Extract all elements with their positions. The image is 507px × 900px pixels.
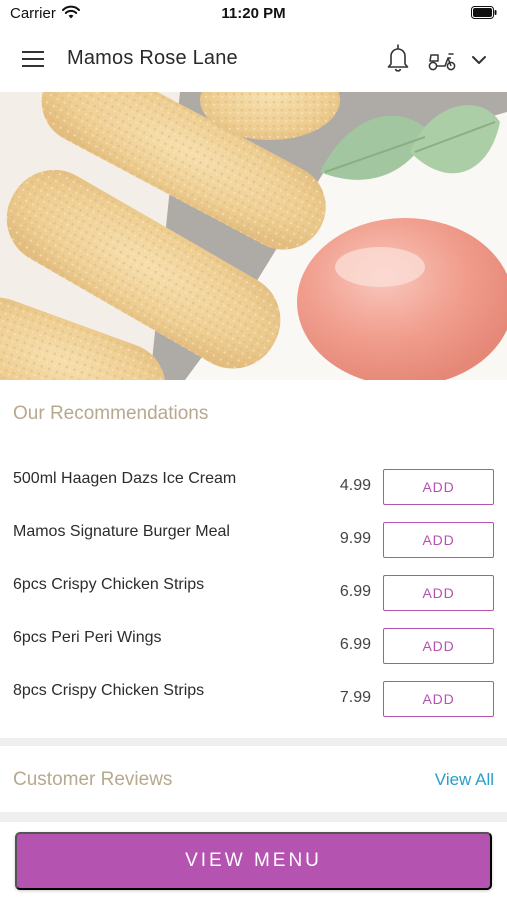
item-name: 500ml Haagen Dazs Ice Cream bbox=[13, 470, 237, 487]
add-button[interactable]: ADD bbox=[383, 681, 494, 717]
chicken-strips-illustration bbox=[0, 92, 507, 380]
recommendation-item: Mamos Signature Burger Meal 9.99 ADD bbox=[0, 513, 507, 566]
item-price: 9.99 bbox=[339, 530, 371, 547]
item-price: 6.99 bbox=[339, 636, 371, 653]
clock-time: 11:20 PM bbox=[221, 5, 286, 22]
add-button[interactable]: ADD bbox=[383, 522, 494, 558]
item-price: 7.99 bbox=[339, 689, 371, 706]
add-button[interactable]: ADD bbox=[383, 469, 494, 505]
item-price: 4.99 bbox=[339, 477, 371, 494]
hamburger-menu-icon[interactable] bbox=[22, 49, 46, 69]
recommendation-item: 8pcs Crispy Chicken Strips 7.99 ADD bbox=[0, 672, 507, 725]
recommendation-item: 500ml Haagen Dazs Ice Cream 4.99 ADD bbox=[0, 460, 507, 513]
section-divider bbox=[0, 812, 507, 822]
add-button[interactable]: ADD bbox=[383, 628, 494, 664]
app-header: Mamos Rose Lane bbox=[0, 26, 507, 92]
scooter-icon[interactable] bbox=[427, 48, 457, 72]
view-menu-button[interactable]: VIEW MENU bbox=[15, 832, 492, 890]
item-name: 6pcs Crispy Chicken Strips bbox=[13, 576, 205, 593]
item-price: 6.99 bbox=[339, 583, 371, 600]
add-button[interactable]: ADD bbox=[383, 575, 494, 611]
reviews-heading: Customer Reviews bbox=[13, 769, 173, 790]
view-all-reviews-link[interactable]: View All bbox=[435, 770, 494, 790]
status-bar: Carrier 11:20 PM bbox=[0, 0, 507, 26]
hero-food-image bbox=[0, 92, 507, 380]
item-name: 6pcs Peri Peri Wings bbox=[13, 629, 162, 646]
item-name: Mamos Signature Burger Meal bbox=[13, 523, 230, 540]
store-title[interactable]: Mamos Rose Lane bbox=[67, 47, 238, 70]
recommendation-item: 6pcs Peri Peri Wings 6.99 ADD bbox=[0, 619, 507, 672]
bell-icon[interactable] bbox=[386, 43, 410, 73]
battery-icon bbox=[471, 6, 497, 19]
recommendation-item: 6pcs Crispy Chicken Strips 6.99 ADD bbox=[0, 566, 507, 619]
chevron-down-icon[interactable] bbox=[470, 51, 488, 69]
recommendations-heading: Our Recommendations bbox=[13, 403, 209, 424]
item-name: 8pcs Crispy Chicken Strips bbox=[13, 682, 205, 699]
section-divider bbox=[0, 738, 507, 746]
